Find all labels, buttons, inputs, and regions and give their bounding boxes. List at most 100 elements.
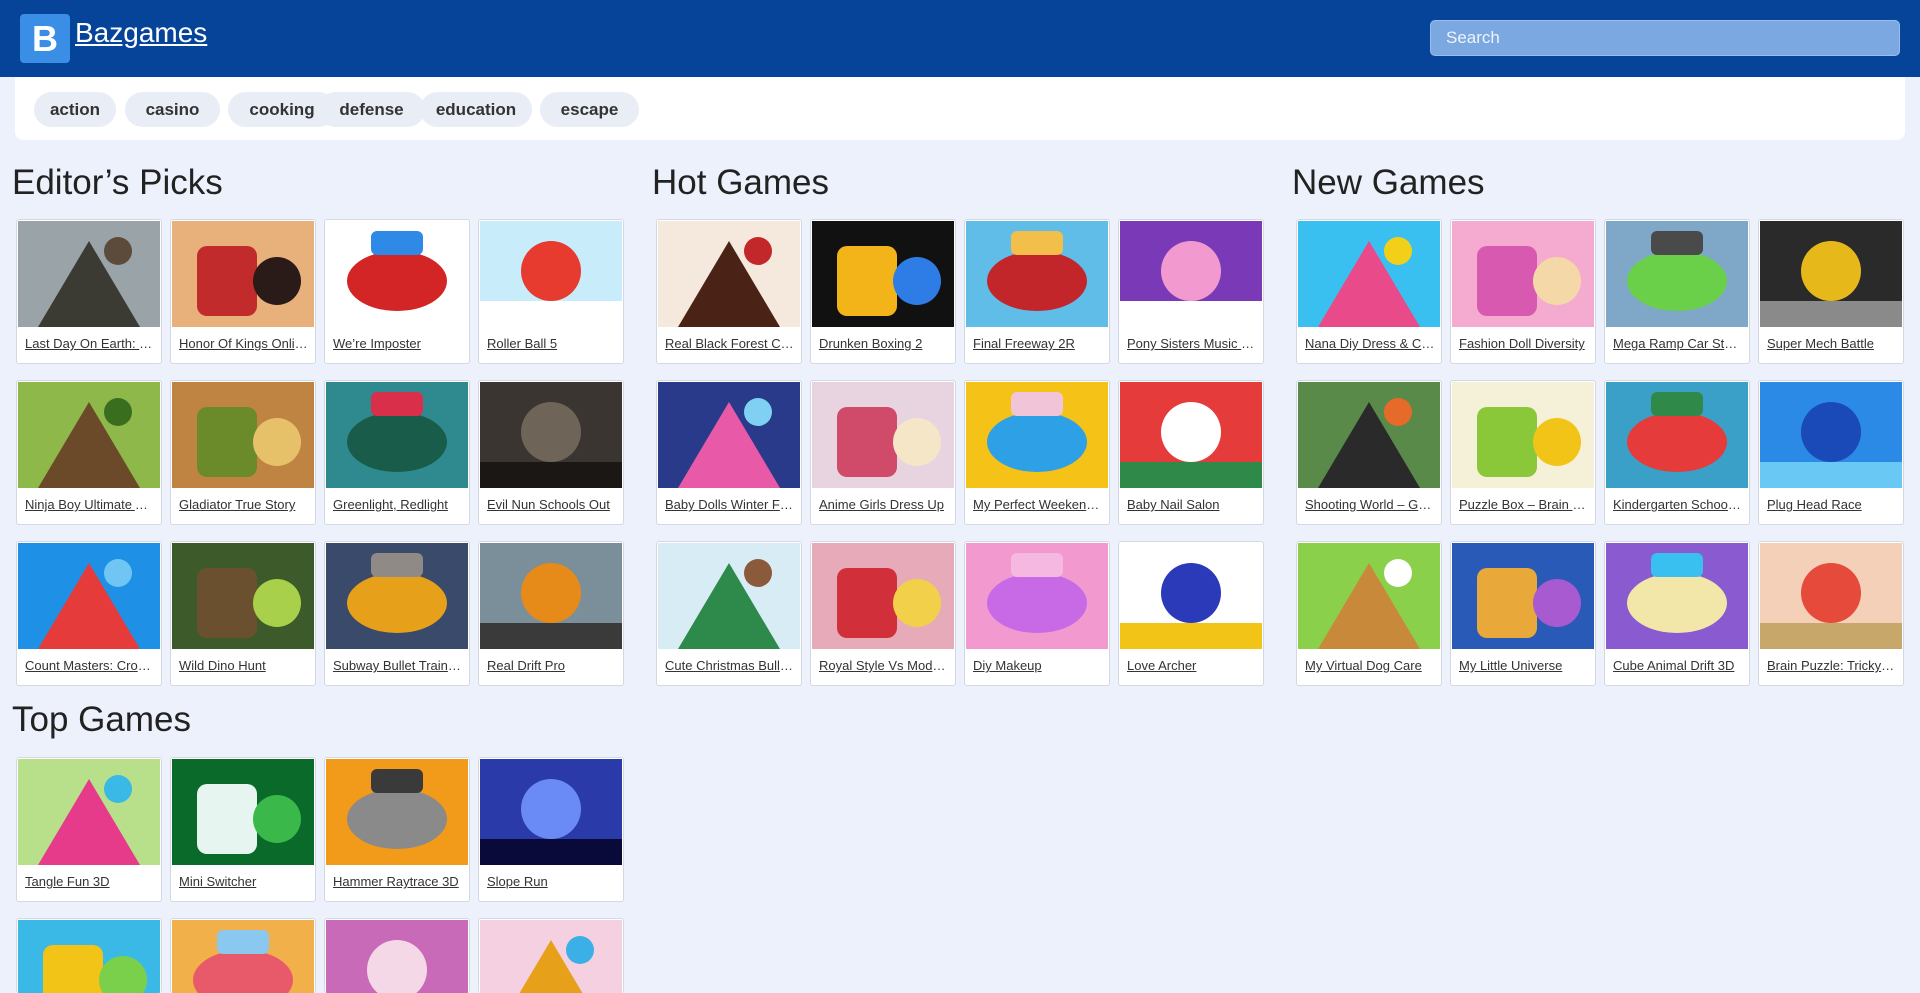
game-card[interactable] [170, 918, 316, 993]
game-thumbnail[interactable] [326, 920, 468, 993]
game-thumbnail[interactable] [18, 920, 160, 993]
game-thumbnail[interactable] [172, 382, 314, 488]
game-thumbnail[interactable] [480, 920, 622, 993]
game-card[interactable]: Cute Christmas Bull Dress Up [656, 541, 802, 686]
game-title-link[interactable]: Cute Christmas Bull Dress Up [665, 658, 795, 673]
game-thumbnail[interactable] [1452, 221, 1594, 327]
game-card[interactable] [478, 918, 624, 993]
game-thumbnail[interactable] [1452, 543, 1594, 649]
game-title-link[interactable]: Baby Dolls Winter Fashion [665, 497, 795, 512]
game-title-link[interactable]: Evil Nun Schools Out [487, 497, 617, 512]
game-card[interactable]: My Virtual Dog Care [1296, 541, 1442, 686]
game-title-link[interactable]: My Virtual Dog Care [1305, 658, 1435, 673]
category-pill-casino[interactable]: casino [125, 92, 220, 127]
game-card[interactable]: Fashion Doll Diversity [1450, 219, 1596, 364]
game-card[interactable]: Cube Animal Drift 3D [1604, 541, 1750, 686]
game-title-link[interactable]: Roller Ball 5 [487, 336, 617, 351]
game-title-link[interactable]: Greenlight, Redlight [333, 497, 463, 512]
game-card[interactable]: Real Black Forest Cake [656, 219, 802, 364]
game-thumbnail[interactable] [1760, 221, 1902, 327]
game-card[interactable] [16, 918, 162, 993]
game-thumbnail[interactable] [658, 221, 800, 327]
game-card[interactable]: Drunken Boxing 2 [810, 219, 956, 364]
game-card[interactable]: Tangle Fun 3D [16, 757, 162, 902]
brand-link[interactable]: Bazgames [75, 17, 207, 49]
game-thumbnail[interactable] [172, 543, 314, 649]
game-thumbnail[interactable] [326, 759, 468, 865]
game-card[interactable]: Roller Ball 5 [478, 219, 624, 364]
game-title-link[interactable]: Honor Of Kings Online [179, 336, 309, 351]
game-card[interactable]: Nana Diy Dress & Cake [1296, 219, 1442, 364]
game-thumbnail[interactable] [18, 543, 160, 649]
game-thumbnail[interactable] [172, 759, 314, 865]
game-title-link[interactable]: Mini Switcher [179, 874, 309, 889]
game-title-link[interactable]: Baby Nail Salon [1127, 497, 1257, 512]
game-thumbnail[interactable] [812, 221, 954, 327]
category-pill-action[interactable]: action [34, 92, 116, 127]
game-thumbnail[interactable] [966, 221, 1108, 327]
game-card[interactable]: Final Freeway 2R [964, 219, 1110, 364]
game-thumbnail[interactable] [1760, 382, 1902, 488]
game-thumbnail[interactable] [480, 221, 622, 327]
game-card[interactable]: Love Archer [1118, 541, 1264, 686]
game-title-link[interactable]: Real Black Forest Cake [665, 336, 795, 351]
game-thumbnail[interactable] [1606, 221, 1748, 327]
game-thumbnail[interactable] [966, 382, 1108, 488]
search-input[interactable] [1430, 20, 1900, 56]
game-title-link[interactable]: Ninja Boy Ultimate Adventure [25, 497, 155, 512]
game-thumbnail[interactable] [172, 221, 314, 327]
game-title-link[interactable]: Count Masters: Crowd Runner 3D [25, 658, 155, 673]
game-title-link[interactable]: Cube Animal Drift 3D [1613, 658, 1743, 673]
game-card[interactable]: Super Mech Battle [1758, 219, 1904, 364]
game-title-link[interactable]: Gladiator True Story [179, 497, 309, 512]
game-card[interactable]: Brain Puzzle: Tricky Test [1758, 541, 1904, 686]
game-card[interactable]: Pony Sisters Music Band [1118, 219, 1264, 364]
game-card[interactable]: Ninja Boy Ultimate Adventure [16, 380, 162, 525]
game-title-link[interactable]: Fashion Doll Diversity [1459, 336, 1589, 351]
game-thumbnail[interactable] [812, 382, 954, 488]
game-card[interactable]: Mega Ramp Car Stunts [1604, 219, 1750, 364]
game-title-link[interactable]: Kindergarten School Teacher [1613, 497, 1743, 512]
game-title-link[interactable]: Super Mech Battle [1767, 336, 1897, 351]
game-thumbnail[interactable] [1452, 382, 1594, 488]
game-title-link[interactable]: Wild Dino Hunt [179, 658, 309, 673]
game-card[interactable]: My Perfect Weekend Makeover [964, 380, 1110, 525]
game-card[interactable]: Real Drift Pro [478, 541, 624, 686]
game-card[interactable]: Plug Head Race [1758, 380, 1904, 525]
game-card[interactable]: Count Masters: Crowd Runner 3D [16, 541, 162, 686]
game-thumbnail[interactable] [1298, 382, 1440, 488]
game-thumbnail[interactable] [1120, 543, 1262, 649]
category-pill-defense[interactable]: defense [318, 92, 425, 127]
game-card[interactable]: Hammer Raytrace 3D [324, 757, 470, 902]
game-title-link[interactable]: Royal Style Vs Modern Style [819, 658, 949, 673]
game-thumbnail[interactable] [812, 543, 954, 649]
game-thumbnail[interactable] [658, 382, 800, 488]
game-title-link[interactable]: Pony Sisters Music Band [1127, 336, 1257, 351]
game-card[interactable]: Evil Nun Schools Out [478, 380, 624, 525]
game-title-link[interactable]: Shooting World – Gun Fire [1305, 497, 1435, 512]
game-title-link[interactable]: Drunken Boxing 2 [819, 336, 949, 351]
game-card[interactable]: Slope Run [478, 757, 624, 902]
game-card[interactable]: Last Day On Earth: Survival [16, 219, 162, 364]
game-title-link[interactable]: Real Drift Pro [487, 658, 617, 673]
game-card[interactable]: Mini Switcher [170, 757, 316, 902]
game-title-link[interactable]: My Little Universe [1459, 658, 1589, 673]
game-card[interactable]: Puzzle Box – Brain Games [1450, 380, 1596, 525]
game-thumbnail[interactable] [1298, 221, 1440, 327]
game-title-link[interactable]: We’re Imposter [333, 336, 463, 351]
game-card[interactable]: Greenlight, Redlight [324, 380, 470, 525]
game-title-link[interactable]: Subway Bullet Train Simulator [333, 658, 463, 673]
game-card[interactable] [324, 918, 470, 993]
game-card[interactable]: Kindergarten School Teacher [1604, 380, 1750, 525]
category-pill-education[interactable]: education [420, 92, 532, 127]
category-pill-escape[interactable]: escape [540, 92, 639, 127]
game-thumbnail[interactable] [326, 221, 468, 327]
game-card[interactable]: Diy Makeup [964, 541, 1110, 686]
game-card[interactable]: Shooting World – Gun Fire [1296, 380, 1442, 525]
game-card[interactable]: Anime Girls Dress Up [810, 380, 956, 525]
game-thumbnail[interactable] [480, 759, 622, 865]
game-card[interactable]: Royal Style Vs Modern Style [810, 541, 956, 686]
game-thumbnail[interactable] [1760, 543, 1902, 649]
game-title-link[interactable]: Plug Head Race [1767, 497, 1897, 512]
game-card[interactable]: We’re Imposter [324, 219, 470, 364]
